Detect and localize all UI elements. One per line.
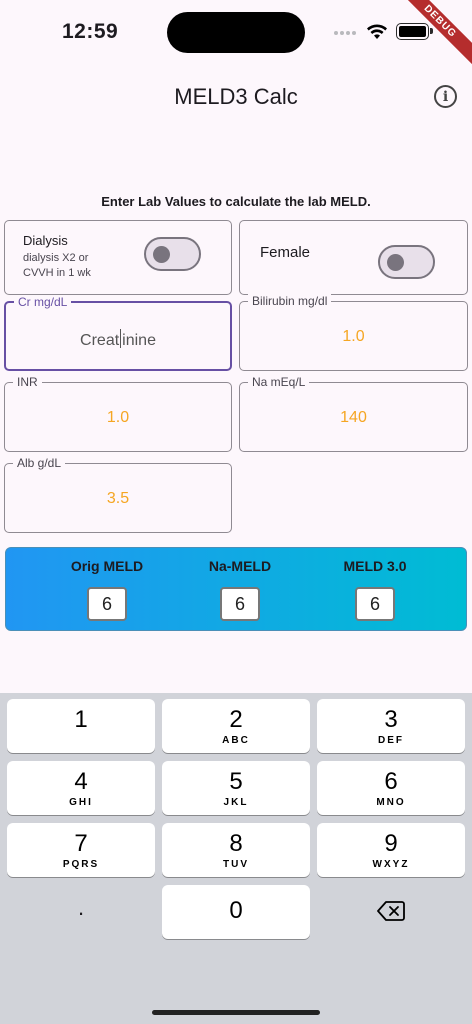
orig-meld-result: Orig MELD 6 — [57, 548, 157, 621]
bilirubin-input[interactable]: 1.0 — [240, 328, 467, 346]
albumin-input[interactable]: 3.5 — [5, 490, 231, 508]
female-switch[interactable] — [378, 245, 435, 279]
key-7[interactable]: 7 PQRS — [7, 823, 155, 877]
dialysis-label: Dialysis — [23, 233, 68, 248]
cellular-signal-icon — [334, 31, 356, 35]
key-2[interactable]: 2 ABC — [162, 699, 310, 753]
key-8[interactable]: 8 TUV — [162, 823, 310, 877]
female-toggle-card[interactable]: Female — [239, 220, 468, 295]
sodium-field[interactable]: Na mEq/L 140 — [239, 375, 468, 452]
backspace-key[interactable] — [317, 885, 465, 939]
page-title: MELD3 Calc — [174, 84, 298, 109]
dialysis-toggle-card[interactable]: Dialysis dialysis X2 or CVVH in 1 wk — [4, 220, 232, 295]
status-time: 12:59 — [62, 20, 119, 43]
info-icon[interactable]: i — [434, 85, 457, 108]
inr-field[interactable]: INR 1.0 — [4, 375, 232, 452]
orig-meld-value: 6 — [87, 587, 127, 621]
status-bar: 12:59 DEBUG — [0, 0, 472, 70]
dialysis-switch[interactable] — [144, 237, 201, 271]
dialysis-subtitle: dialysis X2 or CVVH in 1 wk — [23, 252, 91, 279]
bilirubin-label: Bilirubin mg/dl — [248, 294, 332, 308]
meld3-result: MELD 3.0 6 — [325, 548, 425, 621]
key-5[interactable]: 5 JKL — [162, 761, 310, 815]
na-meld-result: Na-MELD 6 — [190, 548, 290, 621]
key-4[interactable]: 4 GHI — [7, 761, 155, 815]
meld3-value: 6 — [355, 587, 395, 621]
text-caret — [120, 329, 122, 348]
meld3-label: MELD 3.0 — [343, 558, 407, 574]
key-1[interactable]: 1 — [7, 699, 155, 753]
inr-input[interactable]: 1.0 — [5, 409, 231, 427]
home-indicator — [152, 1010, 320, 1015]
key-9[interactable]: 9 WXYZ — [317, 823, 465, 877]
orig-meld-label: Orig MELD — [70, 558, 144, 574]
albumin-label: Alb g/dL — [13, 456, 66, 470]
results-panel: Orig MELD 6 Na-MELD 6 MELD 3.0 6 — [5, 547, 467, 631]
albumin-field[interactable]: Alb g/dL 3.5 — [4, 456, 232, 533]
female-label: Female — [260, 244, 311, 261]
wifi-icon — [367, 24, 387, 39]
inr-label: INR — [13, 375, 42, 389]
na-meld-value: 6 — [220, 587, 260, 621]
debug-banner: DEBUG — [392, 0, 472, 80]
backspace-icon — [377, 901, 405, 921]
dynamic-island — [167, 12, 305, 53]
numeric-keyboard: 1 2 ABC 3 DEF 4 GHI 5 JKL 6 MNO 7 PQRS 8 TUV 9W… — [0, 693, 472, 1024]
creatinine-field[interactable]: Cr mg/dL Creat inine — [4, 295, 232, 371]
instructions-text: Enter Lab Values to calculate the lab ME… — [101, 194, 371, 209]
key-6[interactable]: 6 MNO — [317, 761, 465, 815]
creatinine-input[interactable]: Creat inine — [6, 329, 230, 350]
key-3[interactable]: 3 DEF — [317, 699, 465, 753]
key-0[interactable]: 0 — [162, 885, 310, 939]
sodium-label: Na mEq/L — [248, 375, 310, 389]
na-meld-label: Na-MELD — [208, 558, 272, 574]
sodium-input[interactable]: 140 — [240, 409, 467, 427]
key-decimal[interactable]: . — [7, 885, 155, 939]
bilirubin-field[interactable]: Bilirubin mg/dl 1.0 — [239, 294, 468, 371]
creatinine-label: Cr mg/dL — [14, 295, 72, 309]
